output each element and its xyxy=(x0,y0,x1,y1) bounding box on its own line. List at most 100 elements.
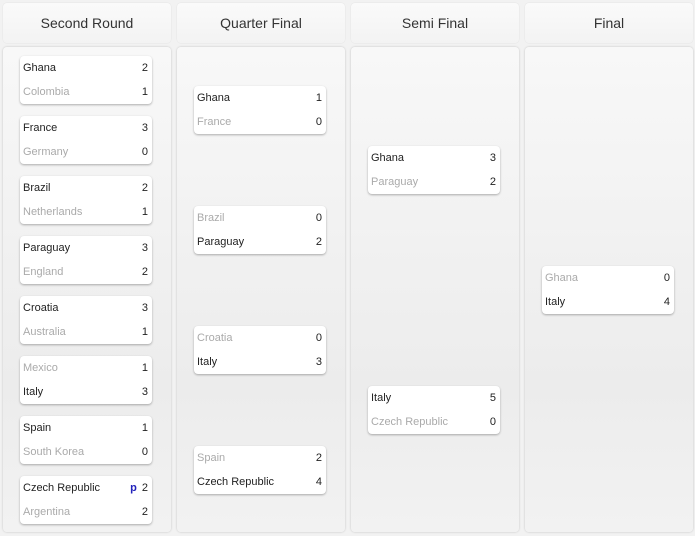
team-row: Paraguay 3 xyxy=(20,236,152,260)
team-score: 2 xyxy=(141,62,148,74)
team-name: Paraguay xyxy=(197,236,245,248)
team-name: Czech Republic xyxy=(197,476,275,488)
team-row: Italy 4 xyxy=(542,290,674,314)
team-score: 3 xyxy=(141,122,148,134)
match-card[interactable]: Paraguay 3 England 2 xyxy=(20,236,152,284)
team-score: 2 xyxy=(141,482,148,494)
match-card[interactable]: Ghana 1 France 0 xyxy=(194,86,326,134)
team-row: Netherlands 1 xyxy=(20,200,152,224)
team-row: Croatia 3 xyxy=(20,296,152,320)
match-card[interactable]: Mexico 1 Italy 3 xyxy=(20,356,152,404)
team-name: Ghana xyxy=(545,272,579,284)
team-row: Brazil 0 xyxy=(194,206,326,230)
team-name: Spain xyxy=(197,452,226,464)
team-row: England 2 xyxy=(20,260,152,284)
team-name: Italy xyxy=(197,356,218,368)
team-row: Ghana 2 xyxy=(20,56,152,80)
team-name: Ghana xyxy=(371,152,405,164)
team-name: Croatia xyxy=(23,302,59,314)
team-score: 1 xyxy=(141,326,148,338)
team-score: 4 xyxy=(663,296,670,308)
team-row: South Korea 0 xyxy=(20,440,152,464)
team-score: 2 xyxy=(141,182,148,194)
team-row: Ghana 3 xyxy=(368,146,500,170)
team-name: Czech Republic xyxy=(23,482,101,494)
team-name: Spain xyxy=(23,422,52,434)
team-row: France 0 xyxy=(194,110,326,134)
team-score: 0 xyxy=(315,212,322,224)
round-body: Ghana 2 Colombia 1 France 3 Germany 0 Brazil 2 Net… xyxy=(3,47,171,532)
team-score: 1 xyxy=(141,206,148,218)
team-name: Brazil xyxy=(23,182,51,194)
team-row: Germany 0 xyxy=(20,140,152,164)
round-title: Quarter Final xyxy=(177,3,345,43)
match-card[interactable]: Ghana 2 Colombia 1 xyxy=(20,56,152,104)
team-name: Colombia xyxy=(23,86,70,98)
team-score: 1 xyxy=(141,86,148,98)
team-row: Ghana 0 xyxy=(542,266,674,290)
team-score: 3 xyxy=(141,302,148,314)
match-card[interactable]: Czech Republic p 2 Argentina 2 xyxy=(20,476,152,524)
team-score: 2 xyxy=(141,266,148,278)
team-row: Czech Republic p 2 xyxy=(20,476,152,500)
team-row: Spain 1 xyxy=(20,416,152,440)
team-row: Italy 3 xyxy=(20,380,152,404)
team-row: Argentina 2 xyxy=(20,500,152,524)
match-card[interactable]: Croatia 3 Australia 1 xyxy=(20,296,152,344)
team-name: England xyxy=(23,266,64,278)
team-name: France xyxy=(23,122,58,134)
team-score: 2 xyxy=(489,176,496,188)
team-name: Croatia xyxy=(197,332,233,344)
match-card[interactable]: Ghana 0 Italy 4 xyxy=(542,266,674,314)
team-row: Czech Republic 4 xyxy=(194,470,326,494)
team-row: Spain 2 xyxy=(194,446,326,470)
team-row: Paraguay 2 xyxy=(194,230,326,254)
team-row: Australia 1 xyxy=(20,320,152,344)
team-score: 1 xyxy=(141,422,148,434)
team-name: Mexico xyxy=(23,362,58,374)
team-name: Italy xyxy=(371,392,392,404)
team-name: Paraguay xyxy=(23,242,71,254)
team-score: 2 xyxy=(315,452,322,464)
team-name: Ghana xyxy=(23,62,57,74)
match-card[interactable]: Ghana 3 Paraguay 2 xyxy=(368,146,500,194)
round-title: Semi Final xyxy=(351,3,519,43)
team-score: 3 xyxy=(315,356,322,368)
team-score: 0 xyxy=(489,416,496,428)
match-card[interactable]: Spain 1 South Korea 0 xyxy=(20,416,152,464)
team-row: Ghana 1 xyxy=(194,86,326,110)
team-score: 3 xyxy=(141,386,148,398)
team-score: 1 xyxy=(315,92,322,104)
match-card[interactable]: France 3 Germany 0 xyxy=(20,116,152,164)
team-score: 5 xyxy=(489,392,496,404)
team-row: Colombia 1 xyxy=(20,80,152,104)
team-row: Czech Republic 0 xyxy=(368,410,500,434)
round-body: Ghana 0 Italy 4 xyxy=(525,47,693,532)
team-score: 0 xyxy=(141,446,148,458)
team-score: 3 xyxy=(489,152,496,164)
team-score: 3 xyxy=(141,242,148,254)
team-row: Paraguay 2 xyxy=(368,170,500,194)
team-name: Italy xyxy=(545,296,566,308)
team-score: 2 xyxy=(315,236,322,248)
team-name: Brazil xyxy=(197,212,225,224)
team-row: Italy 5 xyxy=(368,386,500,410)
match-card[interactable]: Spain 2 Czech Republic 4 xyxy=(194,446,326,494)
match-card[interactable]: Brazil 0 Paraguay 2 xyxy=(194,206,326,254)
team-score: 0 xyxy=(141,146,148,158)
match-card[interactable]: Brazil 2 Netherlands 1 xyxy=(20,176,152,224)
team-score: 2 xyxy=(141,506,148,518)
match-card[interactable]: Italy 5 Czech Republic 0 xyxy=(368,386,500,434)
team-score: 0 xyxy=(315,116,322,128)
team-name: Germany xyxy=(23,146,69,158)
team-score: 1 xyxy=(141,362,148,374)
round-title: Second Round xyxy=(3,3,171,43)
team-name: South Korea xyxy=(23,446,85,458)
team-row: Croatia 0 xyxy=(194,326,326,350)
team-name: Netherlands xyxy=(23,206,83,218)
match-card[interactable]: Croatia 0 Italy 3 xyxy=(194,326,326,374)
team-name: Australia xyxy=(23,326,66,338)
team-name: Argentina xyxy=(23,506,71,518)
team-score: 0 xyxy=(315,332,322,344)
team-name: Czech Republic xyxy=(371,416,449,428)
